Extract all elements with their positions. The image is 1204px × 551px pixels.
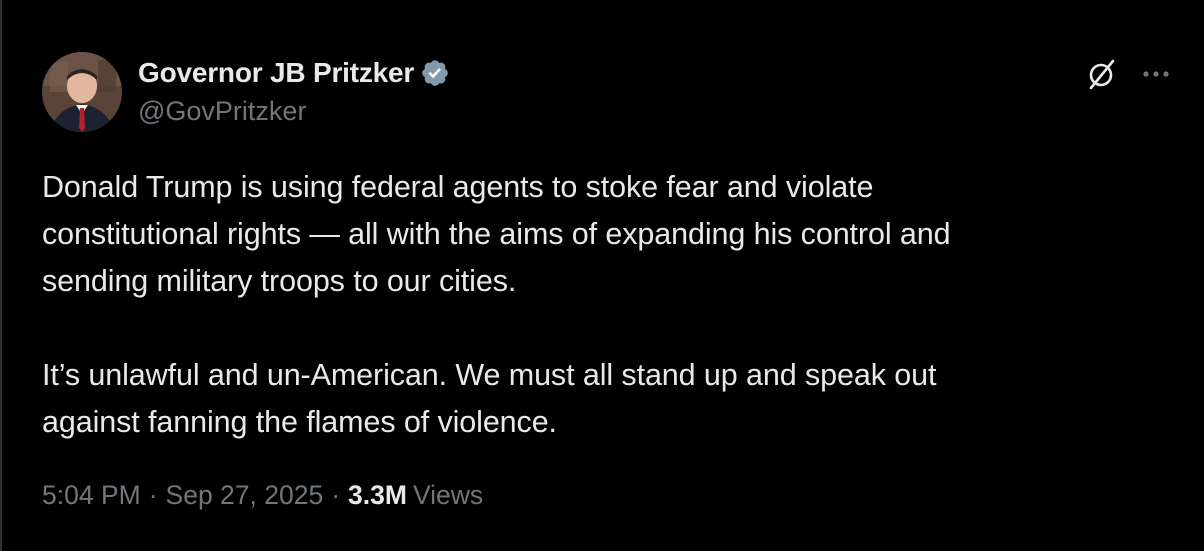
views-count[interactable]: 3.3M — [348, 480, 407, 511]
tweet-text-line: Donald Trump is using federal agents to … — [42, 170, 874, 204]
tweet-text-line: against fanning the flames of violence. — [42, 405, 557, 439]
meta-separator: · — [331, 480, 341, 510]
verified-badge-icon[interactable] — [420, 58, 450, 88]
views-label: Views — [412, 480, 484, 510]
tweet-date[interactable]: Sep 27, 2025 — [166, 480, 324, 511]
grok-slash-icon[interactable] — [1084, 56, 1120, 92]
avatar[interactable] — [42, 52, 122, 132]
tweet-text-line: It’s unlawful and un-American. We must a… — [42, 358, 937, 392]
author-display-name[interactable]: Governor JB Pritzker — [138, 57, 414, 89]
avatar-photo — [42, 52, 122, 132]
author-handle[interactable]: @GovPritzker — [138, 96, 306, 127]
tweet-text-line: sending military troops to our cities. — [42, 264, 517, 298]
more-dots-icon[interactable] — [1138, 56, 1174, 92]
tweet-text-line: constitutional rights — all with the aim… — [42, 217, 951, 251]
tweet-time[interactable]: 5:04 PM — [42, 480, 141, 511]
author-name-row: Governor JB Pritzker — [138, 56, 450, 90]
tweet-meta: 5:04 PM · Sep 27, 2025 · 3.3M Views — [42, 480, 483, 511]
tweet-text: Donald Trump is using federal agents to … — [42, 164, 1162, 446]
meta-separator: · — [148, 480, 158, 510]
tweet: Governor JB Pritzker @GovPritzker Donald… — [0, 0, 1204, 551]
